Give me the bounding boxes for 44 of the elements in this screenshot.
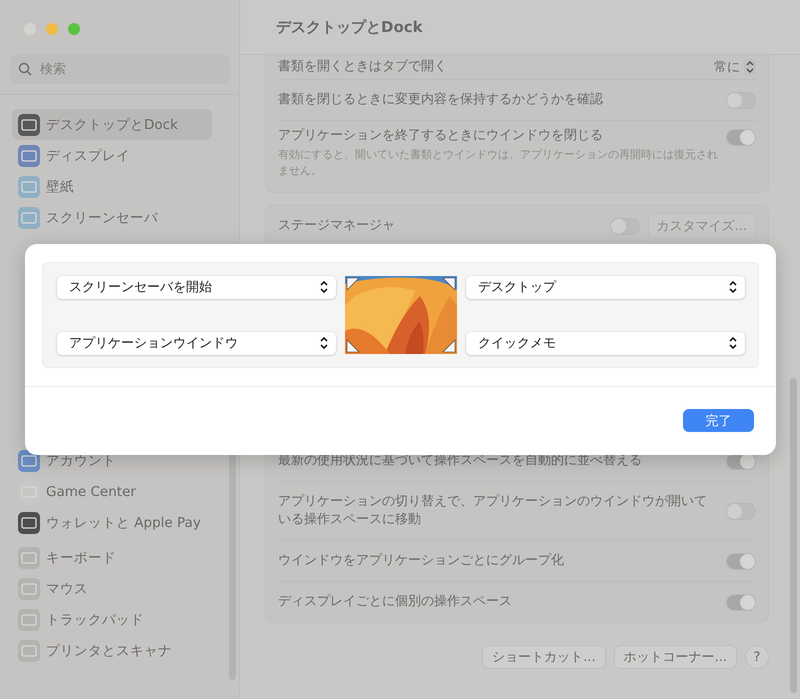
setting-label: 書類を開くときはタブで開く <box>278 58 448 76</box>
sidebar-item[interactable]: キーボード <box>12 542 212 573</box>
sidebar-item[interactable]: スクリーンセーバ <box>12 202 212 233</box>
window-title: デスクトップとDock <box>276 18 423 36</box>
sidebar-item[interactable]: デスクトップとDock <box>12 109 212 140</box>
sidebar-item[interactable]: Game Center <box>12 476 212 507</box>
chevron-icon <box>727 335 739 351</box>
footer-button[interactable]: ショートカット... <box>482 645 606 669</box>
scroll-bar[interactable] <box>790 378 797 693</box>
corner-popup[interactable]: クイックメモ <box>466 332 745 354</box>
footer-button[interactable]: ホットコーナー... <box>614 645 737 669</box>
toggle-switch[interactable] <box>726 92 756 108</box>
toggle-switch[interactable] <box>610 218 640 234</box>
setting-label: アプリケーションを終了するときにウインドウを閉じる <box>278 127 604 145</box>
customize-button[interactable]: カスタマイズ... <box>648 213 756 239</box>
done-button[interactable]: 完了 <box>683 409 754 432</box>
chevron-icon <box>318 335 330 351</box>
setting-label: ウインドウをアプリケーションごとにグループ化 <box>278 552 565 570</box>
search-field[interactable]: 検索 <box>10 54 230 84</box>
toggle-switch[interactable] <box>726 552 756 570</box>
sidebar-item[interactable]: マウス <box>12 573 212 604</box>
toggle-switch[interactable] <box>726 594 756 610</box>
corner-popup[interactable]: アプリケーションウインドウ <box>57 332 336 354</box>
chevron-icon <box>727 279 739 295</box>
desktop-icon <box>18 114 40 136</box>
sidebar-item[interactable]: トラックパッド <box>12 604 212 635</box>
setting-label: ディスプレイごとに個別の操作スペース <box>278 593 513 611</box>
popup-button[interactable]: 常に <box>714 58 756 76</box>
setting-label: 書類を閉じるときに変更内容を保持するかどうかを確認 <box>278 91 604 109</box>
chevron-icon <box>744 59 756 75</box>
toggle-switch[interactable] <box>726 129 756 146</box>
zoom-button[interactable] <box>68 23 80 35</box>
help-button[interactable]: ? <box>745 645 769 669</box>
sidebar-item[interactable]: プリンタとスキャナ <box>12 635 212 666</box>
toggle-switch[interactable] <box>726 502 756 520</box>
corner-popup[interactable]: スクリーンセーバを開始 <box>57 276 336 298</box>
sidebar-item[interactable]: ウォレットと Apple Pay <box>12 507 212 538</box>
sidebar-item[interactable]: 壁紙 <box>12 171 212 202</box>
setting-label: ステージマネージャ <box>278 217 396 235</box>
setting-label: アプリケーションの切り替えで、アプリケーションのウインドウが開いている操作スペースに移動 <box>278 493 708 529</box>
sidebar-item[interactable]: ディスプレイ <box>12 140 212 171</box>
corner-popup[interactable]: デスクトップ <box>466 276 745 298</box>
chevron-icon <box>318 279 330 295</box>
minimize-button[interactable] <box>46 23 58 35</box>
